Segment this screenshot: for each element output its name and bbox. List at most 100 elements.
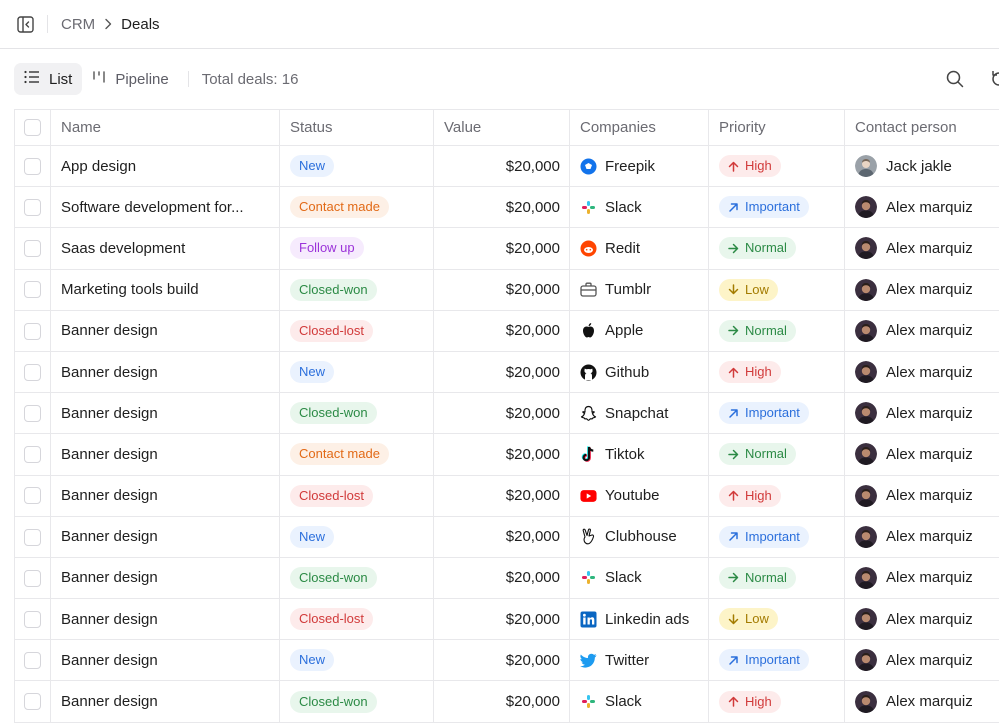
status-badge[interactable]: New	[290, 649, 335, 672]
status-badge[interactable]: Contact made	[290, 443, 389, 466]
row-checkbox[interactable]	[24, 157, 41, 175]
priority-badge[interactable]: Important	[719, 525, 809, 548]
priority-badge[interactable]: Important	[719, 196, 809, 219]
deal-name[interactable]: Banner design	[50, 556, 280, 600]
priority-badge[interactable]: Low	[719, 278, 778, 301]
priority-label: Low	[745, 281, 769, 297]
table-row[interactable]: App design New $20,000 Freepik High Jack jakl…	[14, 144, 999, 188]
column-header-priority[interactable]: Priority	[708, 109, 845, 146]
priority-badge[interactable]: High	[719, 484, 781, 507]
contact-name[interactable]: Alex marquiz	[886, 405, 973, 422]
priority-badge[interactable]: High	[719, 155, 781, 178]
status-badge[interactable]: Follow up	[290, 237, 364, 260]
column-header-status[interactable]: Status	[279, 109, 434, 146]
row-checkbox[interactable]	[24, 322, 41, 340]
contact-name[interactable]: Jack jakle	[886, 158, 952, 175]
contact-name[interactable]: Alex marquiz	[886, 281, 973, 298]
row-checkbox[interactable]	[24, 652, 41, 670]
priority-badge[interactable]: Low	[719, 608, 778, 631]
deal-name[interactable]: Banner design	[50, 680, 280, 723]
pipeline-view-button[interactable]: Pipeline	[82, 63, 178, 95]
status-badge[interactable]: Closed-lost	[290, 319, 374, 342]
priority-badge[interactable]: Normal	[719, 237, 796, 260]
avatar	[855, 525, 877, 548]
table-row[interactable]: Banner design Closed-lost $20,000 Apple Norm…	[14, 309, 999, 352]
status-badge[interactable]: Closed-won	[290, 690, 377, 713]
status-badge[interactable]: New	[290, 155, 335, 178]
status-badge[interactable]: Closed-won	[290, 278, 377, 301]
status-badge[interactable]: Closed-won	[290, 566, 377, 589]
deal-name[interactable]: Banner design	[50, 639, 280, 682]
row-checkbox[interactable]	[24, 404, 41, 422]
row-checkbox[interactable]	[24, 693, 41, 711]
priority-badge[interactable]: Important	[719, 649, 809, 672]
list-view-button[interactable]: List	[14, 63, 83, 95]
priority-badge[interactable]: Normal	[719, 443, 796, 466]
deal-name[interactable]: Software development for...	[50, 186, 280, 229]
pipeline-view-label: Pipeline	[115, 70, 169, 88]
row-checkbox[interactable]	[24, 281, 41, 299]
row-checkbox[interactable]	[24, 446, 41, 464]
table-row[interactable]: Banner design New $20,000 Clubhouse Importan…	[14, 515, 999, 558]
deal-name[interactable]: App design	[50, 144, 280, 188]
table-row[interactable]: Saas development Follow up $20,000 Redit Nor…	[14, 227, 999, 270]
table-row[interactable]: Banner design Closed-won $20,000 Slack High A…	[14, 680, 999, 723]
status-badge[interactable]: New	[290, 361, 335, 384]
row-checkbox[interactable]	[24, 240, 41, 258]
status-badge[interactable]: Closed-lost	[290, 484, 374, 507]
table-row[interactable]: Banner design Closed-won $20,000 Snapchat Im…	[14, 392, 999, 435]
row-checkbox[interactable]	[24, 363, 41, 381]
deal-name[interactable]: Saas development	[50, 227, 280, 270]
sidebar-toggle-icon[interactable]	[17, 15, 34, 33]
row-checkbox[interactable]	[24, 199, 41, 217]
search-icon[interactable]	[946, 70, 964, 88]
deal-name[interactable]: Banner design	[50, 433, 280, 476]
priority-badge[interactable]: Normal	[719, 319, 796, 342]
table-row[interactable]: Banner design Closed-lost $20,000 Linkedin …	[14, 598, 999, 641]
status-badge[interactable]: Closed-lost	[290, 608, 374, 631]
status-badge[interactable]: Contact made	[290, 196, 389, 219]
contact-name[interactable]: Alex marquiz	[886, 364, 973, 381]
table-row[interactable]: Marketing tools build Closed-won $20,000 Tu…	[14, 268, 999, 311]
status-badge[interactable]: Closed-won	[290, 402, 377, 425]
contact-name[interactable]: Alex marquiz	[886, 611, 973, 628]
table-row[interactable]: Banner design Closed-won $20,000 Slack Norma…	[14, 556, 999, 600]
column-header-contact-person[interactable]: Contact person	[844, 109, 999, 146]
contact-name[interactable]: Alex marquiz	[886, 693, 973, 710]
column-header-name[interactable]: Name	[50, 109, 280, 146]
deal-name[interactable]: Banner design	[50, 598, 280, 641]
priority-badge[interactable]: High	[719, 690, 781, 713]
contact-name[interactable]: Alex marquiz	[886, 652, 973, 669]
column-header-value[interactable]: Value	[433, 109, 570, 146]
contact-name[interactable]: Alex marquiz	[886, 240, 973, 257]
contact-name[interactable]: Alex marquiz	[886, 487, 973, 504]
table-row[interactable]: Banner design New $20,000 Twitter Important A…	[14, 639, 999, 682]
deal-name[interactable]: Banner design	[50, 515, 280, 558]
row-checkbox[interactable]	[24, 487, 41, 505]
priority-badge[interactable]: High	[719, 361, 781, 384]
table-row[interactable]: Banner design Closed-lost $20,000 Youtube Hi…	[14, 474, 999, 517]
contact-name[interactable]: Alex marquiz	[886, 528, 973, 545]
contact-name[interactable]: Alex marquiz	[886, 322, 973, 339]
deal-name[interactable]: Banner design	[50, 474, 280, 517]
deal-name[interactable]: Banner design	[50, 309, 280, 352]
priority-badge[interactable]: Normal	[719, 566, 796, 589]
contact-name[interactable]: Alex marquiz	[886, 199, 973, 216]
table-row[interactable]: Banner design New $20,000 Github High Alex ma…	[14, 350, 999, 394]
priority-badge[interactable]: Important	[719, 402, 809, 425]
contact-name[interactable]: Alex marquiz	[886, 446, 973, 463]
column-header-companies[interactable]: Companies	[569, 109, 709, 146]
deal-name[interactable]: Marketing tools build	[50, 268, 280, 311]
contact-name[interactable]: Alex marquiz	[886, 569, 973, 586]
table-row[interactable]: Banner design Contact made $20,000 Tiktok No…	[14, 433, 999, 476]
breadcrumb-crm[interactable]: CRM	[61, 16, 95, 33]
deal-name[interactable]: Banner design	[50, 350, 280, 394]
row-checkbox[interactable]	[24, 528, 41, 546]
deal-name[interactable]: Banner design	[50, 392, 280, 435]
select-all-checkbox[interactable]	[24, 119, 41, 137]
row-checkbox[interactable]	[24, 569, 41, 587]
table-row[interactable]: Software development for... Contact made $…	[14, 186, 999, 229]
row-checkbox[interactable]	[24, 610, 41, 628]
status-badge[interactable]: New	[290, 525, 335, 548]
refresh-icon[interactable]	[990, 70, 999, 88]
